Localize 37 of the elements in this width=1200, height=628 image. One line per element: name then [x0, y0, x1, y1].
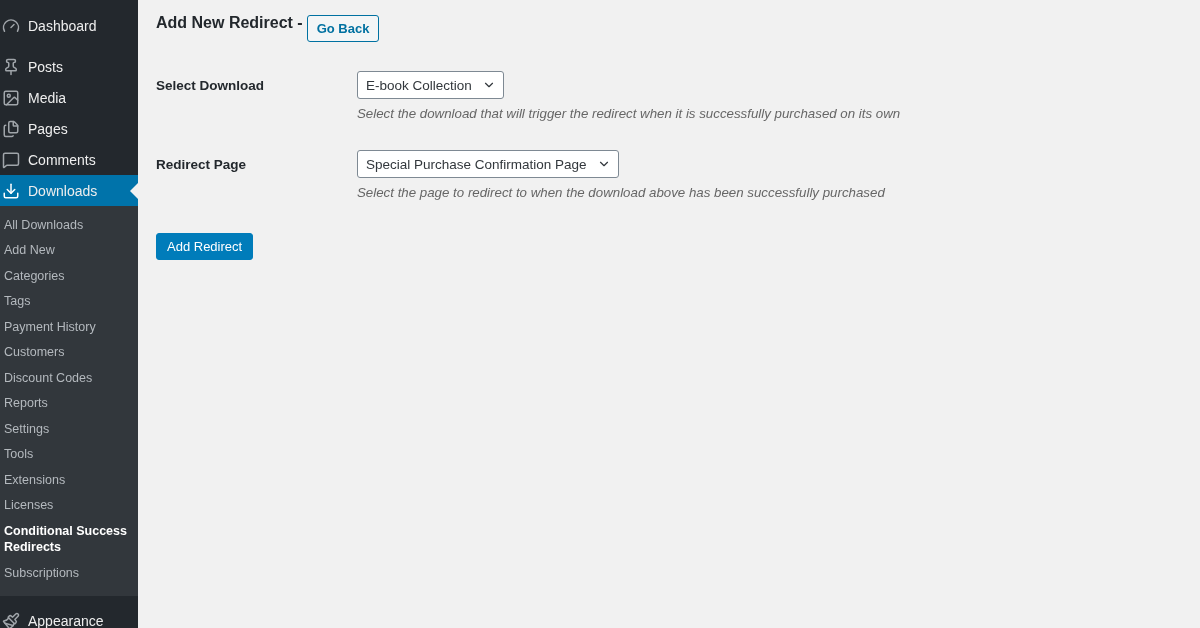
menu-item[interactable]: Media: [0, 82, 138, 113]
submenu-item[interactable]: Extensions: [0, 467, 138, 493]
go-back-button[interactable]: Go Back: [306, 15, 380, 42]
select-field[interactable]: E-book Collection: [357, 71, 504, 99]
pages-icon: [2, 119, 20, 138]
submenu-item[interactable]: Add New: [0, 237, 138, 263]
paintbrush-icon: [2, 612, 20, 628]
field-label: Redirect Page: [156, 156, 248, 174]
download-icon: [2, 181, 20, 200]
submenu-item[interactable]: Discount Codes: [0, 365, 138, 391]
submenu-item[interactable]: Subscriptions: [0, 560, 138, 586]
submenu-item[interactable]: All Downloads: [0, 212, 138, 238]
menu-item[interactable]: Pages: [0, 113, 138, 144]
speech-bubble-icon: [2, 150, 20, 169]
submenu-item[interactable]: Conditional Success Redirects: [0, 518, 138, 560]
menu-item[interactable]: Posts: [0, 51, 138, 82]
menu-item[interactable]: Downloads: [0, 175, 138, 206]
submenu-item[interactable]: Settings: [0, 416, 138, 442]
submenu-item[interactable]: Categories: [0, 263, 138, 289]
gauge-icon: [2, 16, 20, 35]
menu-item[interactable]: Dashboard: [0, 10, 138, 41]
field-description: Select the page to redirect to when the download above has been successfully purchased: [357, 185, 886, 200]
add-redirect-button[interactable]: Add Redirect: [156, 233, 254, 260]
submenu-item[interactable]: Tools: [0, 441, 138, 467]
image-icon: [2, 88, 20, 107]
menu-item[interactable]: Comments: [0, 144, 138, 175]
pin-icon: [2, 57, 20, 76]
submenu-item[interactable]: Tags: [0, 288, 138, 314]
submenu-item[interactable]: Reports: [0, 390, 138, 416]
submenu-item[interactable]: Payment History: [0, 314, 138, 340]
field-description: Select the download that will trigger the redirect when it is successfully purchased on its own: [357, 106, 902, 121]
submenu-item[interactable]: Customers: [0, 339, 138, 365]
select-field[interactable]: Special Purchase Confirmation Page: [357, 150, 619, 178]
submenu-item[interactable]: Licenses: [0, 492, 138, 518]
field-label: Select Download: [156, 77, 266, 95]
menu-item[interactable]: Appearance: [0, 605, 138, 628]
page-title: Add New Redirect -: [156, 14, 303, 32]
